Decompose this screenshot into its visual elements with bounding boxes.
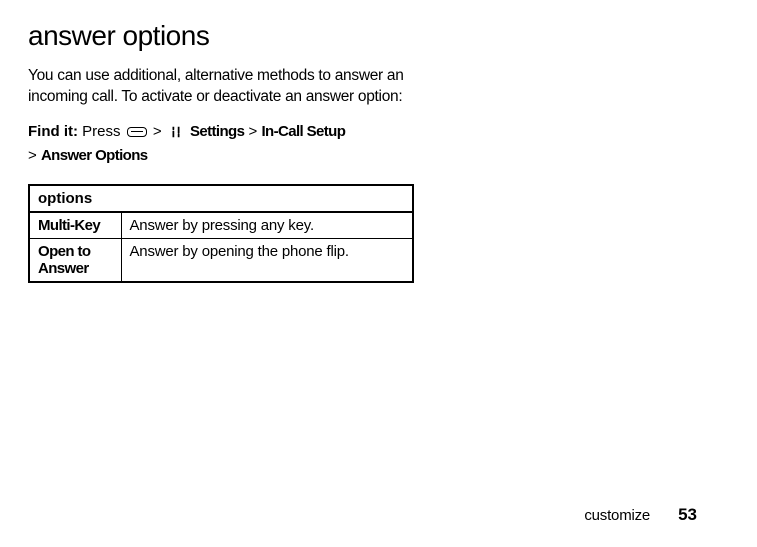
press-word: Press <box>82 123 120 140</box>
page-title: answer options <box>28 20 757 52</box>
settings-icon <box>168 125 184 139</box>
table-row: Multi-Key Answer by pressing any key. <box>29 212 413 239</box>
option-name: Multi-Key <box>29 212 121 239</box>
page-footer: customize 53 <box>584 505 697 525</box>
find-it-line: Find it: Press > Settings > In-Call Setu… <box>28 120 418 168</box>
intro-text: You can use additional, alternative meth… <box>28 66 418 108</box>
options-table: options Multi-Key Answer by pressing any… <box>28 184 414 283</box>
nav-settings: Settings <box>190 123 244 140</box>
options-header: options <box>29 185 413 212</box>
find-it-label: Find it: <box>28 123 78 140</box>
sep2: > <box>249 123 258 140</box>
option-desc: Answer by opening the phone flip. <box>121 238 413 282</box>
nav-in-call-setup: In-Call Setup <box>261 123 345 140</box>
sep1: > <box>153 123 162 140</box>
option-name: Open to Answer <box>29 238 121 282</box>
menu-key-icon <box>127 127 147 137</box>
nav-answer-options: Answer Options <box>41 147 148 164</box>
footer-page-number: 53 <box>678 505 697 525</box>
footer-section: customize <box>584 507 650 524</box>
table-row: Open to Answer Answer by opening the pho… <box>29 238 413 282</box>
option-desc: Answer by pressing any key. <box>121 212 413 239</box>
sep3: > <box>28 147 37 164</box>
